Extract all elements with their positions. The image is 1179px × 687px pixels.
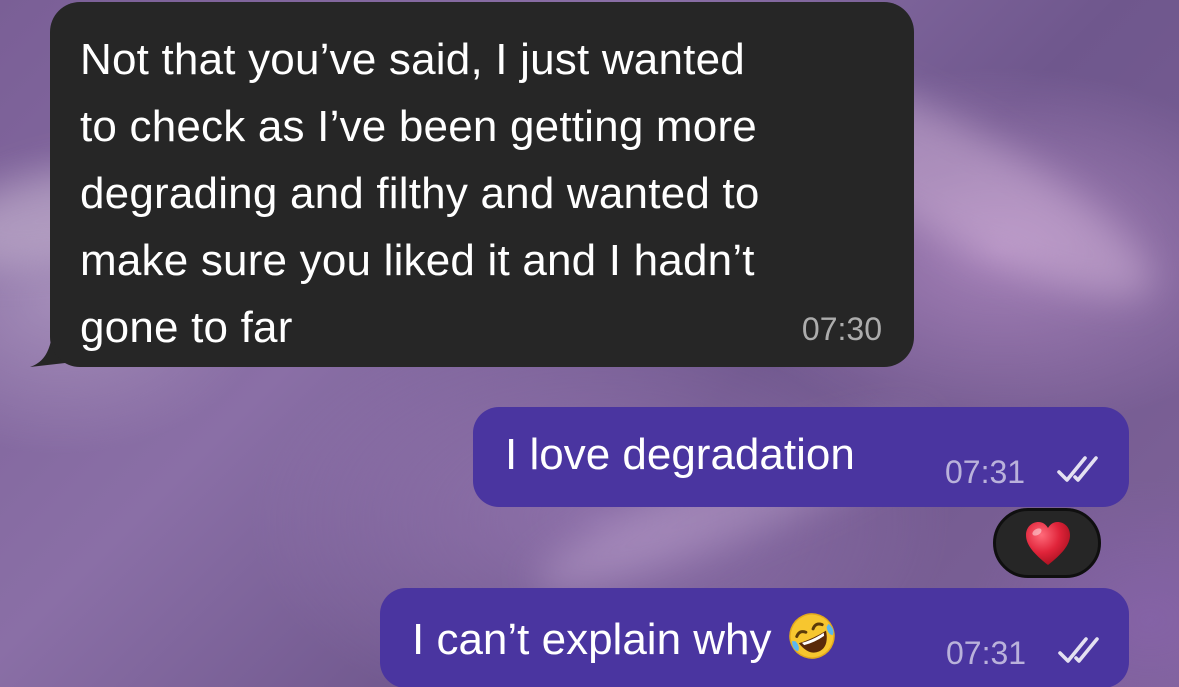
message-text-content: I can’t explain why [412,615,772,664]
double-check-icon [1058,637,1099,663]
heart-icon [1026,522,1070,565]
message-text: I can’t explain why [412,610,838,666]
double-check-icon [1057,456,1098,482]
outgoing-message-bubble[interactable]: I can’t explain why 07:31 [380,588,1129,687]
message-time: 07:31 [946,635,1027,671]
reaction-badge[interactable] [993,508,1101,578]
incoming-message-bubble[interactable]: Not that you’ve said, I just wanted to c… [50,2,914,367]
message-time: 07:30 [801,311,882,347]
rolling-on-the-floor-laughing-emoji [788,613,835,659]
message-text: I love degradation [505,430,855,479]
message-time: 07:31 [945,454,1026,490]
message-text: Not that you’ve said, I just wanted to c… [80,35,760,352]
outgoing-message-bubble[interactable]: I love degradation 07:31 [473,407,1129,507]
